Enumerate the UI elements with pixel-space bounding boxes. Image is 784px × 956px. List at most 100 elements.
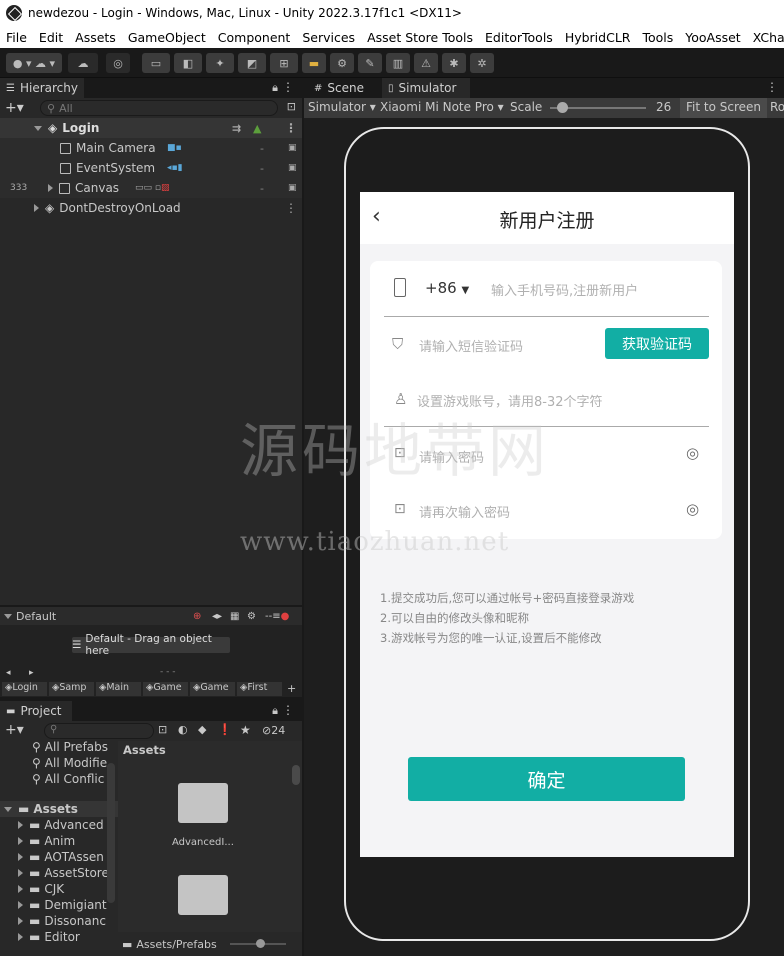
hidden-packages-button[interactable]: ⊘24	[262, 724, 285, 737]
hierarchy-item[interactable]: 333 Canvas ▭▭ ▫▨ - ▣	[0, 178, 302, 198]
account-input[interactable]: 设置游戏账号，请用8-32个字符	[417, 391, 603, 410]
tree-scrollbar[interactable]	[107, 763, 115, 903]
scene-visibility-icon[interactable]: ▲	[253, 122, 261, 135]
scene-tab[interactable]: ◈Game	[190, 682, 235, 696]
grid-icon[interactable]: ▦	[230, 611, 239, 622]
more-menu-icon[interactable]: ⋮	[282, 703, 294, 717]
menu-gameobject[interactable]: GameObject	[122, 30, 212, 45]
add-icon[interactable]: +▾	[5, 722, 24, 738]
cloud-button[interactable]: ☁	[68, 53, 98, 73]
icon-size-slider-thumb[interactable]	[256, 939, 265, 948]
scene-row-ddol[interactable]: ◈ DontDestroyOnLoad ⋮	[0, 198, 302, 218]
country-code-select[interactable]: +86 ▼	[425, 279, 469, 297]
scene-tab[interactable]: ◈First	[237, 682, 282, 696]
scene-options-icon[interactable]: ⇉	[232, 122, 241, 135]
gear-icon[interactable]: ⚙	[247, 611, 256, 622]
hierarchy-search-input[interactable]: ⚲ All	[40, 100, 278, 116]
record-icon[interactable]: ⊕	[193, 611, 201, 622]
collab-button[interactable]: ◎	[106, 53, 130, 73]
lock-icon[interactable]: 🔒︎	[272, 704, 278, 718]
scene-more-icon[interactable]: ⋮	[285, 201, 297, 215]
folder-item[interactable]: ▬ Demigiant	[0, 897, 118, 913]
tool-button-3[interactable]: ✦	[206, 53, 234, 73]
eye-hidden-icon[interactable]: ◎	[686, 444, 699, 462]
tool-button-8[interactable]: ✎	[358, 53, 382, 73]
favorite-item[interactable]: ⚲ All Conflic	[0, 771, 118, 787]
filter-label-icon[interactable]: ◆	[198, 723, 206, 736]
tool-button-10[interactable]: ⚠	[414, 53, 438, 73]
project-search-input[interactable]: ⚲	[44, 723, 154, 739]
tool-button-12[interactable]: ✲	[470, 53, 494, 73]
confirm-button[interactable]: 确定	[408, 757, 685, 801]
folder-thumbnail-icon[interactable]	[178, 875, 228, 915]
prev-icon[interactable]: ◂	[6, 668, 11, 678]
next-icon[interactable]: ▸	[29, 668, 34, 678]
tool-button-9[interactable]: ▥	[386, 53, 410, 73]
search-scope-icon[interactable]: ⊡	[158, 723, 167, 736]
tool-button-1[interactable]: ▭	[142, 53, 170, 73]
password-confirm-input[interactable]: 请再次输入密码	[419, 502, 510, 521]
hierarchy-item[interactable]: Main Camera ■▪ - ▣	[0, 138, 302, 158]
folder-item[interactable]: ▬ AssetStore	[0, 865, 118, 881]
password-input[interactable]: 请输入密码	[419, 447, 484, 466]
tab-project[interactable]: ▬ Project	[0, 701, 72, 721]
add-icon[interactable]: +▾	[5, 100, 24, 116]
menu-file[interactable]: File	[0, 30, 33, 45]
mode-dropdown[interactable]: Simulator ▾	[308, 100, 376, 114]
menu-assets[interactable]: Assets	[69, 30, 122, 45]
tab-scene[interactable]: # Scene	[308, 78, 380, 98]
scene-tab[interactable]: ◈Main	[96, 682, 141, 696]
tab-hierarchy[interactable]: ☰ Hierarchy	[0, 78, 84, 98]
menu-services[interactable]: Services	[296, 30, 361, 45]
menu-yooasset[interactable]: YooAsset	[679, 30, 746, 45]
eye-hidden-icon[interactable]: ◎	[686, 500, 699, 518]
menu-xcharts[interactable]: XCharts	[747, 30, 784, 45]
folder-item[interactable]: ▬ Advanced	[0, 817, 118, 833]
get-code-button[interactable]: 获取验证码	[605, 328, 709, 359]
add-tab-icon[interactable]: +	[284, 682, 299, 696]
folder-item[interactable]: ▬ AOTAssen	[0, 849, 118, 865]
device-dropdown[interactable]: Xiaomi Mi Note Pro ▾	[380, 100, 504, 114]
tool-button-7[interactable]: ⚙	[330, 53, 354, 73]
scene-tab[interactable]: ◈Login	[2, 682, 47, 696]
menu-tools[interactable]: Tools	[636, 30, 679, 45]
tool-button-2[interactable]: ◧	[174, 53, 202, 73]
favorite-item[interactable]: ⚲ All Prefabs	[0, 741, 118, 755]
menu-asset-store-tools[interactable]: Asset Store Tools	[361, 30, 479, 45]
tool-button-5[interactable]: ⊞	[270, 53, 298, 73]
phone-input[interactable]: 输入手机号码,注册新用户	[491, 280, 638, 299]
rotate-button[interactable]: Ro	[770, 100, 784, 114]
sms-code-input[interactable]: 请输入短信验证码	[419, 336, 523, 355]
folder-item[interactable]: ▬ Dissonanc	[0, 913, 118, 929]
folder-item[interactable]: ▬ CJK	[0, 881, 118, 897]
folder-item[interactable]: ▬ Editor	[0, 929, 118, 945]
hierarchy-item[interactable]: EventSystem ◂▪▮ - ▣	[0, 158, 302, 178]
collapse-arrow-icon[interactable]	[4, 613, 12, 619]
tool-button-6[interactable]: ▬	[302, 53, 326, 73]
scene-tab[interactable]: ◈Game	[143, 682, 188, 696]
scale-slider-thumb[interactable]	[556, 102, 568, 113]
tool-button-11[interactable]: ✱	[442, 53, 466, 73]
scene-tab[interactable]: ◈Samp	[49, 682, 94, 696]
assets-root-item[interactable]: ▬ Assets	[0, 801, 118, 817]
tab-simulator[interactable]: ▯ Simulator	[382, 78, 470, 98]
filter-log-icon[interactable]: ❗	[218, 723, 232, 736]
folder-item[interactable]: ▬ Anim	[0, 833, 118, 849]
scene-more-icon[interactable]: ⋮	[285, 121, 297, 135]
content-scrollbar[interactable]	[292, 765, 300, 785]
fit-to-screen-button[interactable]: Fit to Screen	[680, 98, 767, 118]
filter-type-icon[interactable]: ◐	[178, 723, 188, 736]
folder-thumbnail-icon[interactable]	[178, 783, 228, 823]
scene-search-icon[interactable]: ⊡	[287, 100, 296, 113]
more-menu-icon[interactable]: ⋮	[282, 80, 294, 94]
tool-button-4[interactable]: ◩	[238, 53, 266, 73]
favorite-star-icon[interactable]: ★	[240, 723, 251, 737]
menu-hybridclr[interactable]: HybridCLR	[559, 30, 637, 45]
layer-options-icon[interactable]: --≡●	[265, 611, 289, 622]
drop-target-button[interactable]: ☰ Default - Drag an object here	[72, 633, 230, 657]
scene-row-login[interactable]: ◈ Login ⇉ ▲ ⋮	[0, 118, 302, 138]
menu-edit[interactable]: Edit	[33, 30, 69, 45]
lock-icon[interactable]: 🔒︎	[272, 81, 278, 95]
favorite-item[interactable]: ⚲ All Modifie	[0, 755, 118, 771]
link-icon[interactable]: ◂▸	[212, 611, 222, 622]
